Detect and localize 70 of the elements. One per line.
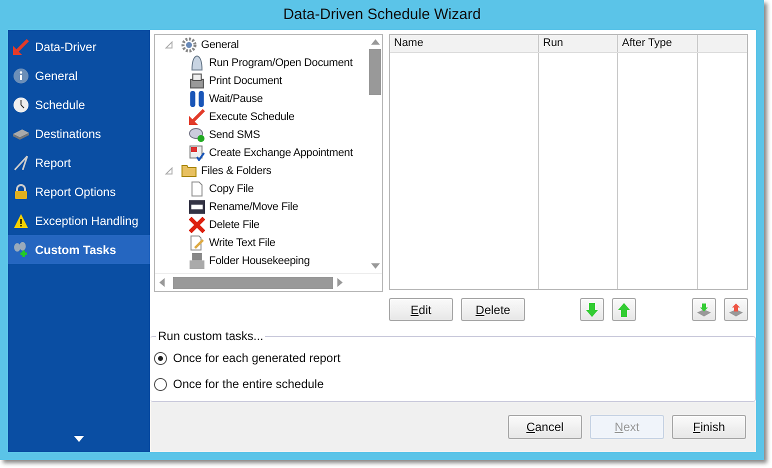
folder-icon <box>181 163 197 179</box>
tree-item[interactable]: General <box>201 39 239 51</box>
tree-item[interactable]: Rename/Move File <box>209 201 298 213</box>
arrow-icon <box>189 109 205 125</box>
sidebar-item[interactable]: Report <box>8 148 150 177</box>
window-title: Data-Driven Schedule Wizard <box>283 5 481 25</box>
expand-arrow-icon[interactable] <box>165 41 173 49</box>
horizontal-scrollbar[interactable] <box>155 273 382 291</box>
delete-icon <box>189 217 205 233</box>
sidebar-item[interactable]: Destinations <box>8 119 150 148</box>
tree-item[interactable]: Files & Folders <box>201 165 272 177</box>
scrollbar-thumb[interactable] <box>369 49 381 95</box>
compass-icon <box>13 154 29 170</box>
delete-button[interactable]: Delete <box>461 298 525 321</box>
scroll-up-icon[interactable] <box>370 39 380 45</box>
scroll-left-icon[interactable] <box>159 278 165 287</box>
sidebar-item[interactable]: Exception Handling <box>8 206 150 235</box>
pause-icon <box>189 91 205 107</box>
info-icon <box>13 68 29 84</box>
sidebar-item[interactable]: Schedule <box>8 90 150 119</box>
column-header[interactable]: After Type <box>622 37 672 49</box>
tree-item[interactable]: Run Program/Open Document <box>209 57 353 69</box>
scroll-right-icon[interactable] <box>337 278 343 287</box>
move-down-button[interactable] <box>580 298 604 321</box>
radio-label[interactable]: Once for the entire schedule <box>173 377 324 391</box>
arrow-icon <box>13 38 29 54</box>
document-icon <box>189 181 205 197</box>
tree-item[interactable]: Execute Schedule <box>209 111 294 123</box>
sidebar-item[interactable]: Data-Driver <box>8 32 150 61</box>
radio-label[interactable]: Once for each generated report <box>173 351 340 365</box>
tree-item[interactable]: Create Exchange Appointment <box>209 147 353 159</box>
column-header[interactable]: Name <box>394 37 424 49</box>
finish-button[interactable]: Finish <box>672 415 746 439</box>
tree-item[interactable]: Wait/Pause <box>209 93 263 105</box>
pencil-icon <box>189 235 205 251</box>
column-header[interactable]: Run <box>543 37 564 49</box>
calendar-icon <box>189 145 205 161</box>
tree-item[interactable]: Folder Housekeeping <box>209 255 310 267</box>
down-arrow-icon <box>585 302 599 316</box>
tree-item[interactable]: Print Document <box>209 75 282 87</box>
radio-button[interactable] <box>154 352 167 364</box>
tree-item[interactable]: Copy File <box>209 183 254 195</box>
gear-icon <box>181 37 197 53</box>
bell-icon <box>189 55 205 71</box>
sidebar-item[interactable]: Custom Tasks <box>8 235 150 264</box>
expand-arrow-icon[interactable] <box>165 167 173 175</box>
group-label: Run custom tasks... <box>157 329 264 343</box>
footprints-plus-icon <box>13 242 29 258</box>
radio-button[interactable] <box>154 378 167 390</box>
printer-icon <box>189 73 205 89</box>
warning-icon <box>13 212 29 228</box>
scroll-down-icon[interactable] <box>74 436 84 442</box>
window-icon <box>189 199 205 215</box>
export-button[interactable] <box>724 298 748 321</box>
tree-item[interactable]: Delete File <box>209 219 260 231</box>
speech-bubble-icon <box>189 127 205 143</box>
move-up-button[interactable] <box>612 298 636 321</box>
tree-item[interactable]: Write Text File <box>209 237 276 249</box>
import-button[interactable] <box>692 298 716 321</box>
up-arrow-icon <box>617 302 631 316</box>
scrollbar-thumb[interactable] <box>173 276 333 288</box>
clock-icon <box>13 96 29 112</box>
edit-button[interactable]: Edit <box>389 298 453 321</box>
sidebar-item[interactable]: Report Options <box>8 177 150 206</box>
cancel-button[interactable]: Cancel <box>508 415 582 439</box>
sidebar-item[interactable]: General <box>8 61 150 90</box>
padlock-icon <box>13 184 29 200</box>
tray-download-icon <box>697 302 711 316</box>
tree-item[interactable]: Send SMS <box>209 129 260 141</box>
tray-upload-icon <box>729 302 743 316</box>
